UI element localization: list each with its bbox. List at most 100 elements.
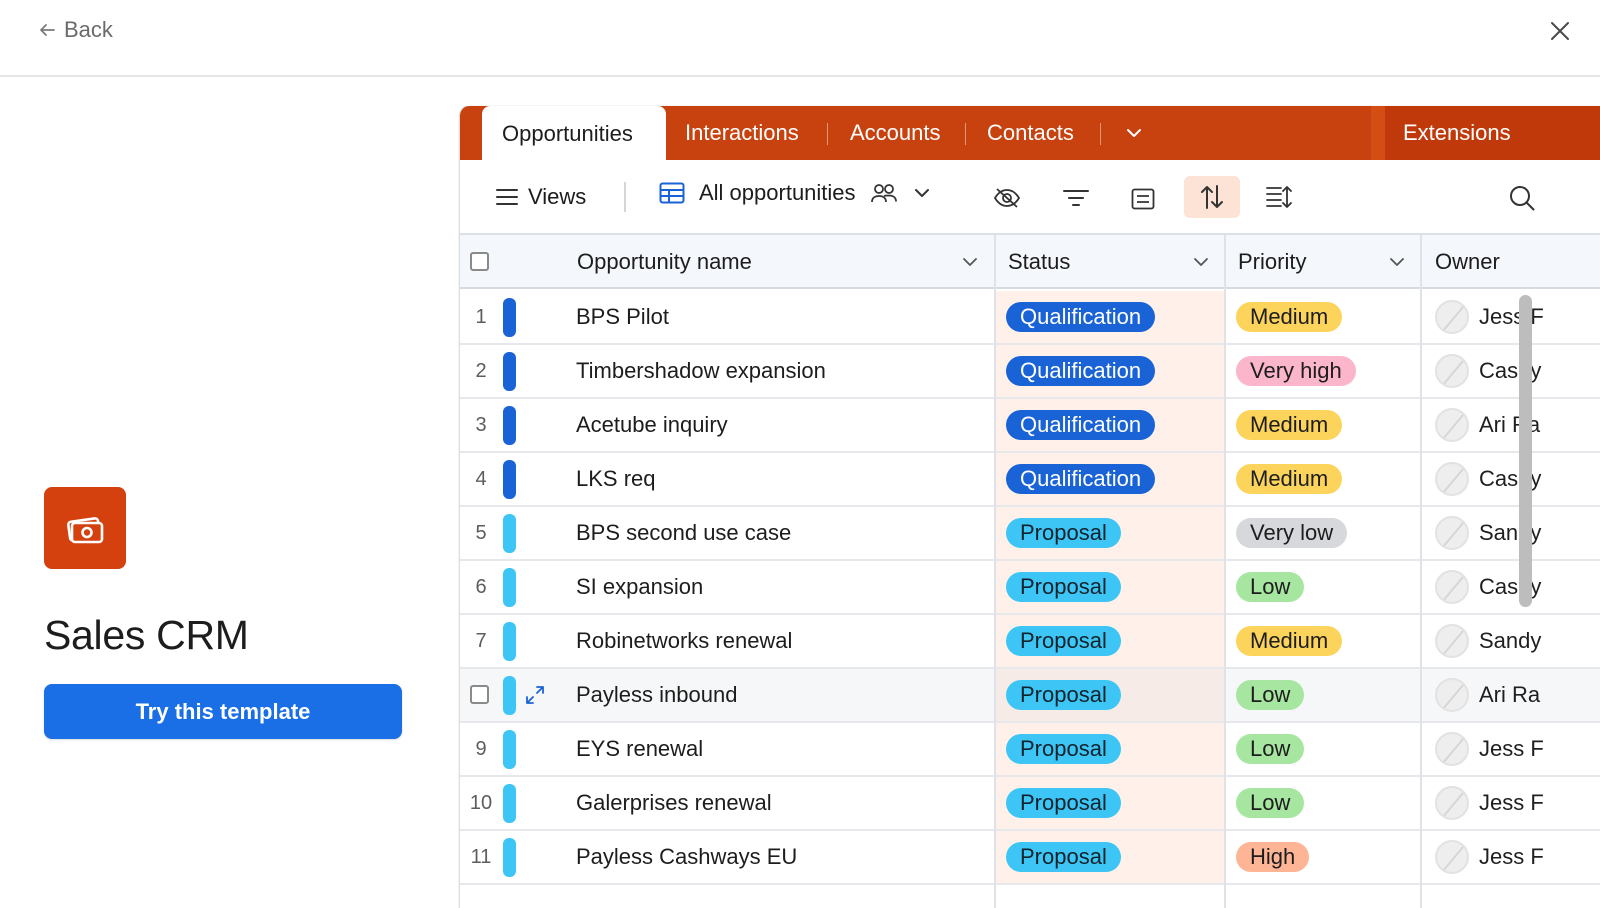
status-badge[interactable]: Proposal <box>1006 734 1121 764</box>
status-badge[interactable]: Qualification <box>1006 356 1156 386</box>
table-row[interactable]: 2 Timbershadow expansion Qualification Very… <box>460 345 1600 399</box>
chevron-down-icon[interactable] <box>1387 252 1407 272</box>
row-number: 5 <box>475 521 487 544</box>
tab-interactions[interactable]: Interactions <box>685 106 799 160</box>
expand-record-icon[interactable] <box>524 684 546 706</box>
table-row[interactable]: 4 LKS req Qualification Medium Casey <box>460 453 1600 507</box>
owner-cell[interactable]: Jess F <box>1435 840 1544 874</box>
priority-badge[interactable]: Low <box>1236 680 1305 710</box>
table-row[interactable]: 1 BPS Pilot Qualification Medium Jess F <box>460 291 1600 345</box>
owner-name: Jess F <box>1479 736 1544 761</box>
priority-badge[interactable]: Very low <box>1236 518 1348 548</box>
chevron-down-icon[interactable] <box>1191 252 1211 272</box>
column-priority-label: Priority <box>1238 249 1307 274</box>
opportunity-name[interactable]: LKS req <box>576 453 656 505</box>
chevron-down-icon <box>1127 129 1141 137</box>
row-number: 2 <box>475 359 487 382</box>
owner-name: Casey <box>1479 466 1542 491</box>
table-row[interactable]: 5 BPS second use case Proposal Very low Sand… <box>460 507 1600 561</box>
back-button[interactable]: Back <box>38 17 113 43</box>
avatar <box>1435 408 1469 442</box>
row-number: 6 <box>475 575 487 598</box>
status-badge[interactable]: Qualification <box>1006 302 1156 332</box>
vertical-scrollbar[interactable] <box>1519 295 1532 607</box>
back-label: Back <box>64 17 113 42</box>
status-badge[interactable]: Proposal <box>1006 572 1121 602</box>
row-number: 3 <box>475 413 487 436</box>
row-color-indicator <box>503 784 516 823</box>
opportunity-name[interactable]: SI expansion <box>576 561 703 613</box>
opportunity-name[interactable]: Galerprises renewal <box>576 777 772 829</box>
filter-icon <box>1063 190 1089 206</box>
table-row[interactable]: 7 Robinetworks renewal Proposal Medium Sandy <box>460 615 1600 669</box>
opportunity-name[interactable]: Payless inbound <box>576 669 737 721</box>
owner-cell[interactable]: Ari Ra <box>1435 678 1540 712</box>
top-bar: Back <box>0 0 1600 77</box>
priority-badge[interactable]: Medium <box>1236 410 1343 440</box>
row-height-button[interactable] <box>1266 185 1292 209</box>
status-badge[interactable]: Proposal <box>1006 842 1121 872</box>
status-badge[interactable]: Qualification <box>1006 410 1156 440</box>
opportunity-name[interactable]: Robinetworks renewal <box>576 615 792 667</box>
tab-contacts[interactable]: Contacts <box>987 106 1074 160</box>
table-row[interactable]: 3 Acetube inquiry Qualification Medium Ari R… <box>460 399 1600 453</box>
priority-badge[interactable]: Low <box>1236 572 1305 602</box>
more-tables-button[interactable] <box>1124 106 1144 160</box>
avatar <box>1435 732 1469 766</box>
owner-cell[interactable]: Jess F <box>1435 786 1544 820</box>
status-badge[interactable]: Qualification <box>1006 464 1156 494</box>
priority-badge[interactable]: Medium <box>1236 464 1343 494</box>
owner-cell[interactable]: Jess F <box>1435 732 1544 766</box>
priority-badge[interactable]: Very high <box>1236 356 1356 386</box>
search-button[interactable] <box>1509 185 1535 211</box>
view-selector[interactable]: All opportunities <box>659 180 932 206</box>
priority-badge[interactable]: Medium <box>1236 302 1343 332</box>
row-color-indicator <box>503 676 516 715</box>
priority-badge[interactable]: Medium <box>1236 626 1343 656</box>
opportunity-name[interactable]: EYS renewal <box>576 723 703 775</box>
chevron-down-icon[interactable] <box>960 252 980 272</box>
tab-opportunities[interactable]: Opportunities <box>482 106 666 161</box>
priority-badge[interactable]: Low <box>1236 788 1305 818</box>
avatar <box>1435 516 1469 550</box>
owner-name: Ari Ra <box>1479 682 1541 707</box>
table-row[interactable]: 9 EYS renewal Proposal Low Jess F <box>460 723 1600 777</box>
select-all-checkbox[interactable] <box>470 252 489 271</box>
status-badge[interactable]: Proposal <box>1006 788 1121 818</box>
priority-badge[interactable]: Low <box>1236 734 1305 764</box>
owner-name: Casey <box>1479 358 1542 383</box>
views-label: Views <box>528 184 587 209</box>
status-badge[interactable]: Proposal <box>1006 680 1121 710</box>
table-row[interactable]: 6 SI expansion Proposal Low Casey <box>460 561 1600 615</box>
table-row[interactable]: 11 Payless Cashways EU Proposal High Jess F <box>460 831 1600 885</box>
group-button[interactable] <box>1131 188 1155 210</box>
opportunity-name[interactable]: Acetube inquiry <box>576 399 728 451</box>
chevron-down-icon <box>914 189 929 197</box>
column-header-status[interactable]: Status <box>1008 235 1070 289</box>
search-icon <box>1510 186 1535 211</box>
sort-button[interactable] <box>1184 176 1240 218</box>
column-header-name[interactable]: Opportunity name <box>577 235 977 289</box>
views-button[interactable]: Views <box>496 184 586 210</box>
filter-button[interactable] <box>1063 189 1089 207</box>
hide-fields-button[interactable] <box>993 187 1021 209</box>
status-badge[interactable]: Proposal <box>1006 626 1121 656</box>
column-header-owner[interactable]: Owner <box>1435 235 1500 289</box>
status-badge[interactable]: Proposal <box>1006 518 1121 548</box>
opportunity-name[interactable]: BPS second use case <box>576 507 791 559</box>
opportunity-name[interactable]: Timbershadow expansion <box>576 345 826 397</box>
table-row[interactable]: Payless inbound Proposal Low Ari Ra <box>460 669 1600 723</box>
opportunity-name[interactable]: Payless Cashways EU <box>576 831 797 883</box>
close-icon[interactable] <box>1548 19 1572 43</box>
priority-badge[interactable]: High <box>1236 842 1310 872</box>
column-header-priority[interactable]: Priority <box>1238 235 1306 289</box>
row-checkbox[interactable] <box>470 685 489 704</box>
extensions-button[interactable]: Extensions <box>1403 106 1511 160</box>
try-template-button[interactable]: Try this template <box>44 684 402 739</box>
tab-accounts[interactable]: Accounts <box>850 106 941 160</box>
opportunity-name[interactable]: BPS Pilot <box>576 291 669 343</box>
owner-cell[interactable]: Sandy <box>1435 624 1541 658</box>
avatar <box>1435 624 1469 658</box>
owner-name: Sandy <box>1479 520 1542 545</box>
table-row[interactable]: 10 Galerprises renewal Proposal Low Jess F <box>460 777 1600 831</box>
